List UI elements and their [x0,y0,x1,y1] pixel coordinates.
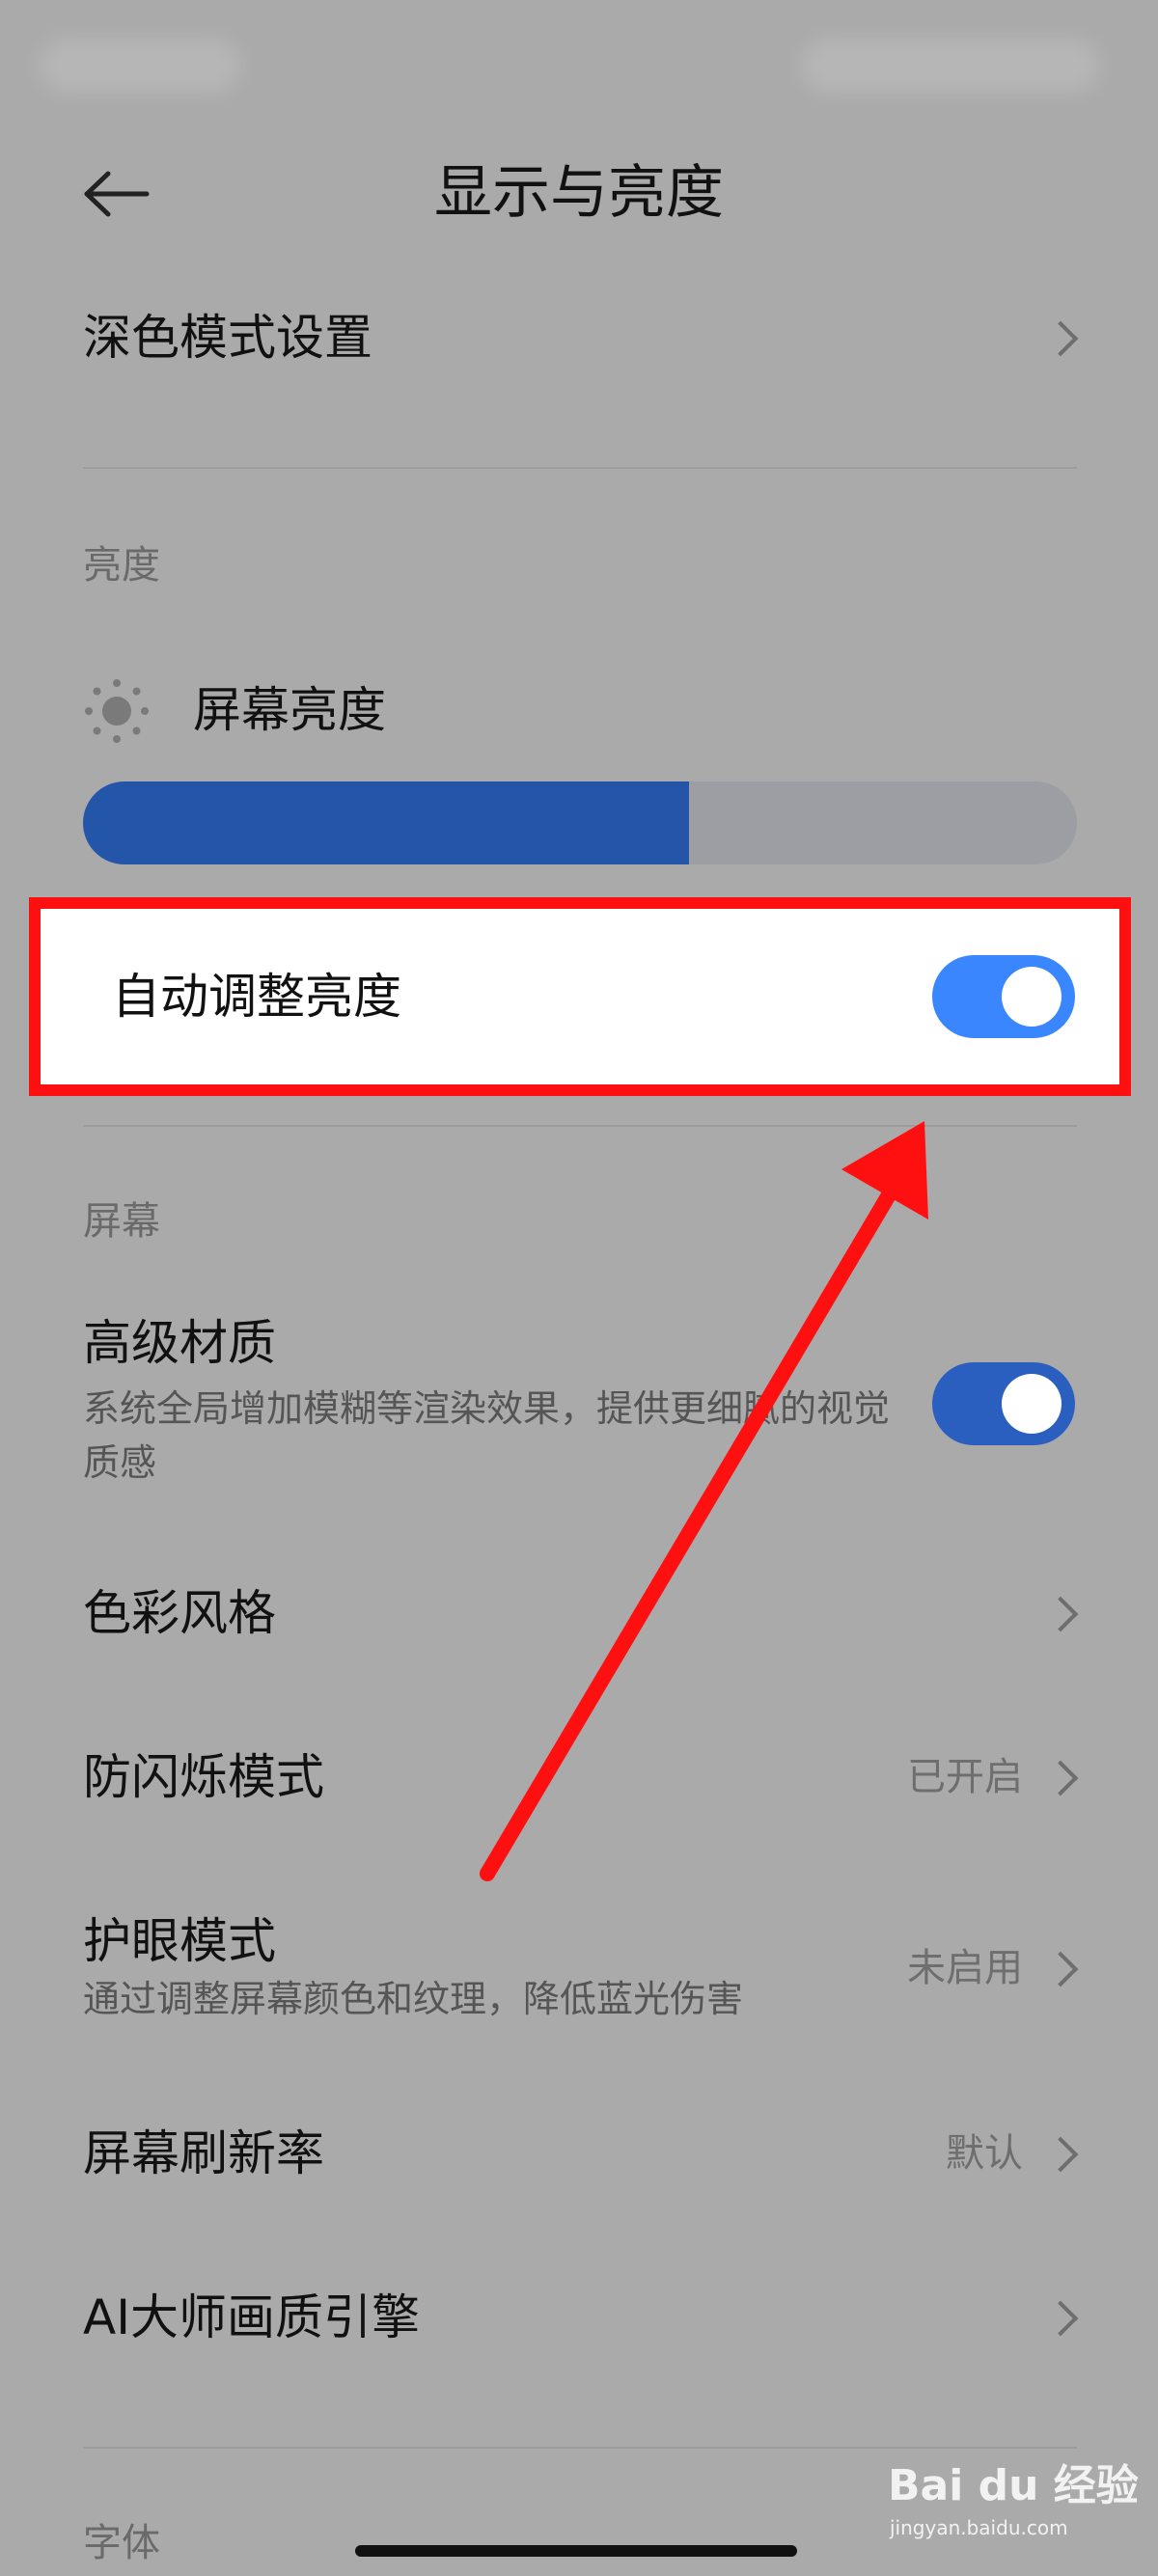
advanced-material-toggle[interactable] [932,1362,1075,1445]
chevron-right-icon [1042,1951,1079,1987]
status-bar-right [801,39,1100,93]
ai-engine-label: AI大师画质引擎 [83,2289,420,2345]
divider [83,2447,1077,2449]
color-style-row[interactable]: 色彩风格 [0,1582,1158,1659]
advanced-material-label: 高级材质 [83,1315,276,1371]
chevron-right-icon [1042,2300,1079,2337]
divider [83,1125,1077,1127]
screen-brightness-label: 屏幕亮度 [193,682,386,738]
advanced-material-subtitle: 系统全局增加模糊等渲染效果，提供更细腻的视觉质感 [83,1387,891,1484]
eye-protection-value: 未启用 [907,1946,1023,1990]
auto-brightness-label: 自动调整亮度 [112,969,401,1025]
auto-brightness-toggle[interactable] [932,955,1075,1038]
chevron-right-icon [1042,320,1079,357]
ai-engine-row[interactable]: AI大师画质引擎 [0,2287,1158,2364]
watermark-url: jingyan.baidu.com [890,2516,1068,2539]
refresh-rate-row[interactable]: 屏幕刷新率 默认 [0,2123,1158,2200]
dark-mode-row[interactable]: 深色模式设置 [0,289,1158,386]
section-title-brightness: 亮度 [83,543,160,588]
chevron-right-icon [1042,1760,1079,1796]
eye-protection-subtitle: 通过调整屏幕颜色和纹理，降低蓝光伤害 [83,1978,744,2020]
eye-protection-label: 护眼模式 [83,1913,276,1969]
chevron-right-icon [1042,2136,1079,2173]
auto-brightness-row[interactable]: 自动调整亮度 [29,897,1131,1096]
section-title-screen: 屏幕 [83,1199,160,1244]
sun-icon [85,679,149,743]
brightness-slider-fill [83,781,690,864]
anti-flicker-row[interactable]: 防闪烁模式 已开启 [0,1746,1158,1823]
watermark-logo: Bai du 经验 [888,2461,1139,2510]
page-title: 显示与亮度 [434,159,724,227]
divider [83,467,1077,469]
advanced-material-row[interactable]: 高级材质 系统全局增加模糊等渲染效果，提供更细腻的视觉质感 [0,1312,1158,1486]
color-style-label: 色彩风格 [83,1585,276,1641]
anti-flicker-label: 防闪烁模式 [83,1749,324,1805]
refresh-rate-label: 屏幕刷新率 [83,2125,324,2181]
anti-flicker-value: 已开启 [907,1755,1023,1799]
toggle-knob [1002,967,1062,1027]
eye-protection-row[interactable]: 护眼模式 通过调整屏幕颜色和纹理，降低蓝光伤害 未启用 [0,1910,1158,2036]
section-title-font: 字体 [83,2521,160,2565]
baidu-watermark: Bai du 经验 jingyan.baidu.com [888,2451,1139,2557]
status-bar-left [39,39,241,93]
brightness-slider[interactable] [83,781,1077,864]
refresh-rate-value: 默认 [946,2131,1023,2176]
toggle-knob [1002,1374,1062,1434]
chevron-right-icon [1042,1596,1079,1632]
dark-mode-label: 深色模式设置 [83,310,372,366]
home-indicator[interactable] [355,2545,797,2557]
